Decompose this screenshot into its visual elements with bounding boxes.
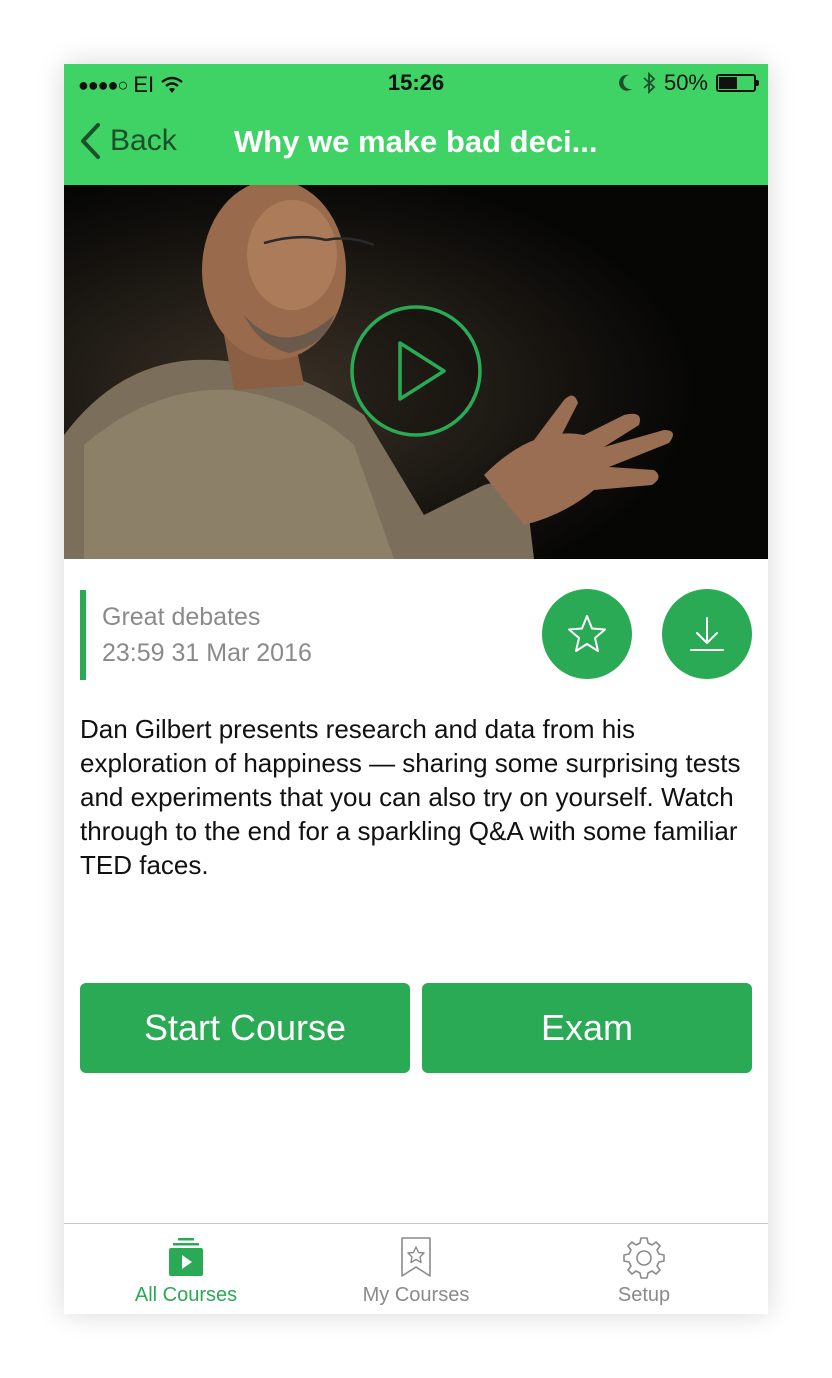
app-screen: ●●●●○ EI 15:26 50% Back Why we make bad … — [64, 64, 768, 1314]
video-player[interactable] — [64, 185, 768, 559]
chevron-left-icon — [81, 123, 100, 159]
back-button[interactable]: Back — [78, 122, 177, 160]
favorite-button[interactable] — [542, 589, 632, 679]
tab-all-courses[interactable]: All Courses — [86, 1224, 286, 1314]
header: ●●●●○ EI 15:26 50% Back Why we make bad … — [64, 64, 768, 185]
course-datetime: 23:59 31 Mar 2016 — [102, 639, 312, 667]
battery-percent: 50% — [663, 70, 708, 95]
exam-button[interactable]: Exam — [422, 983, 752, 1073]
download-button[interactable] — [662, 589, 752, 679]
gear-icon — [623, 1237, 665, 1279]
star-icon — [568, 615, 606, 652]
battery-icon — [716, 74, 759, 92]
tab-label: All Courses — [134, 1284, 238, 1306]
status-right: 50% — [618, 70, 759, 96]
status-bar: ●●●●○ EI 15:26 50% — [64, 64, 768, 104]
moon-icon — [618, 74, 632, 91]
start-course-button[interactable]: Start Course — [80, 983, 410, 1073]
course-description: Dan Gilbert presents research and data f… — [80, 714, 741, 880]
tab-label: My Courses — [362, 1284, 470, 1306]
tab-label: Setup — [617, 1284, 671, 1306]
course-meta: Great debates 23:59 31 Mar 2016 — [80, 590, 312, 680]
play-folder-icon — [169, 1238, 203, 1276]
back-label: Back — [110, 124, 177, 157]
download-icon — [690, 617, 724, 651]
course-category: Great debates — [102, 603, 261, 631]
page-title: Why we make bad deci... — [234, 124, 598, 159]
tab-bar: All Courses My Courses Setup — [64, 1223, 768, 1314]
bookmark-star-icon — [401, 1237, 431, 1277]
play-button[interactable] — [348, 303, 484, 439]
tab-my-courses[interactable]: My Courses — [316, 1224, 516, 1314]
tab-setup[interactable]: Setup — [544, 1224, 744, 1314]
bluetooth-icon — [643, 72, 656, 94]
nav-bar: Back Why we make bad deci... — [64, 112, 768, 174]
